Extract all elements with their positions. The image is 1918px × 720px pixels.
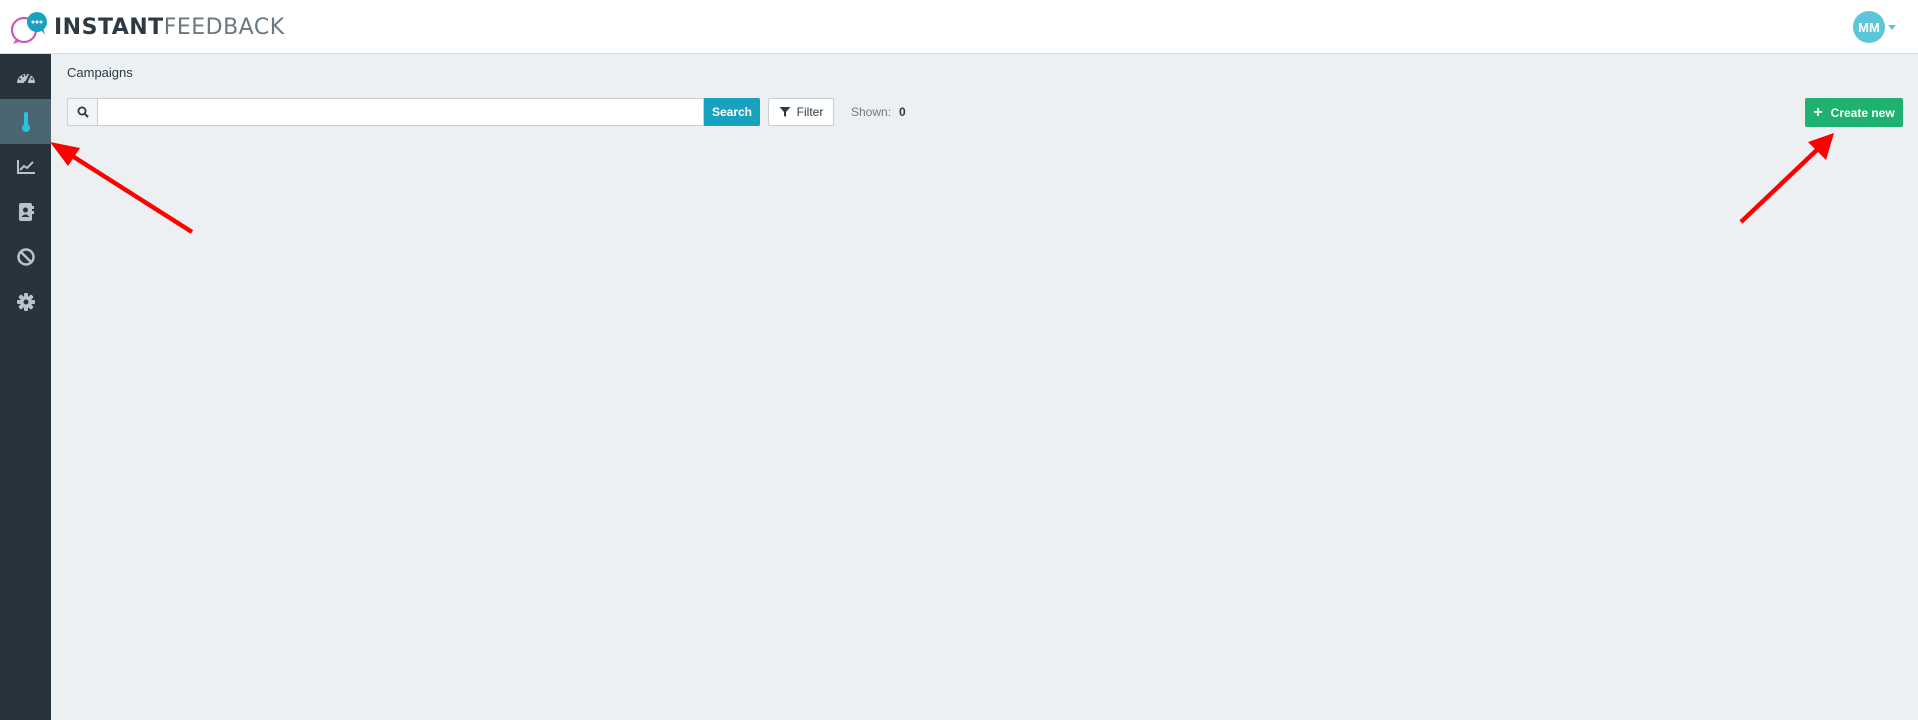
avatar[interactable]: MM bbox=[1853, 11, 1885, 43]
search-icon bbox=[67, 98, 97, 126]
user-menu[interactable]: MM bbox=[1853, 11, 1896, 43]
ban-icon bbox=[16, 247, 35, 266]
sidebar-item-blocked[interactable] bbox=[0, 234, 51, 279]
page-title: Campaigns bbox=[67, 65, 133, 80]
logo-text-light: FEEDBACK bbox=[163, 15, 285, 40]
logo-text-bold: INSTANT bbox=[54, 15, 164, 40]
search-group: Search bbox=[67, 98, 760, 126]
gear-icon bbox=[16, 292, 35, 311]
filter-button[interactable]: Filter bbox=[768, 98, 834, 126]
app-logo[interactable]: INSTANTFEEDBACK bbox=[10, 10, 285, 46]
filter-button-label: Filter bbox=[796, 105, 824, 119]
line-chart-icon bbox=[16, 159, 35, 174]
sidebar-item-contacts[interactable] bbox=[0, 189, 51, 234]
campaign-toolbar: Search Filter Shown: 0 bbox=[67, 98, 906, 126]
sidebar-item-dashboard[interactable] bbox=[0, 54, 51, 99]
filter-funnel-icon bbox=[779, 107, 791, 117]
shown-count: 0 bbox=[899, 105, 906, 119]
top-header: INSTANTFEEDBACK MM bbox=[0, 0, 1918, 54]
search-button[interactable]: Search bbox=[704, 98, 760, 126]
logo-wordmark: INSTANTFEEDBACK bbox=[54, 17, 285, 39]
shown-counter: Shown: 0 bbox=[851, 105, 906, 119]
contacts-book-icon bbox=[18, 202, 34, 221]
search-input[interactable] bbox=[97, 98, 704, 126]
sidebar bbox=[0, 54, 51, 720]
thermometer-icon bbox=[21, 111, 30, 132]
sidebar-item-settings[interactable] bbox=[0, 279, 51, 324]
plus-icon: + bbox=[1813, 103, 1823, 121]
logo-chat-bubble-icon bbox=[10, 10, 50, 46]
sidebar-item-campaigns[interactable] bbox=[0, 99, 51, 144]
sidebar-item-reports[interactable] bbox=[0, 144, 51, 189]
chevron-down-icon[interactable] bbox=[1888, 24, 1896, 30]
create-new-button[interactable]: + Create new bbox=[1805, 98, 1903, 127]
main-content: Campaigns Search Filter Shown: 0 + Creat… bbox=[51, 54, 1918, 720]
dashboard-gauge-icon bbox=[16, 73, 35, 85]
create-new-label: Create new bbox=[1830, 105, 1895, 120]
shown-label: Shown: bbox=[851, 105, 892, 119]
